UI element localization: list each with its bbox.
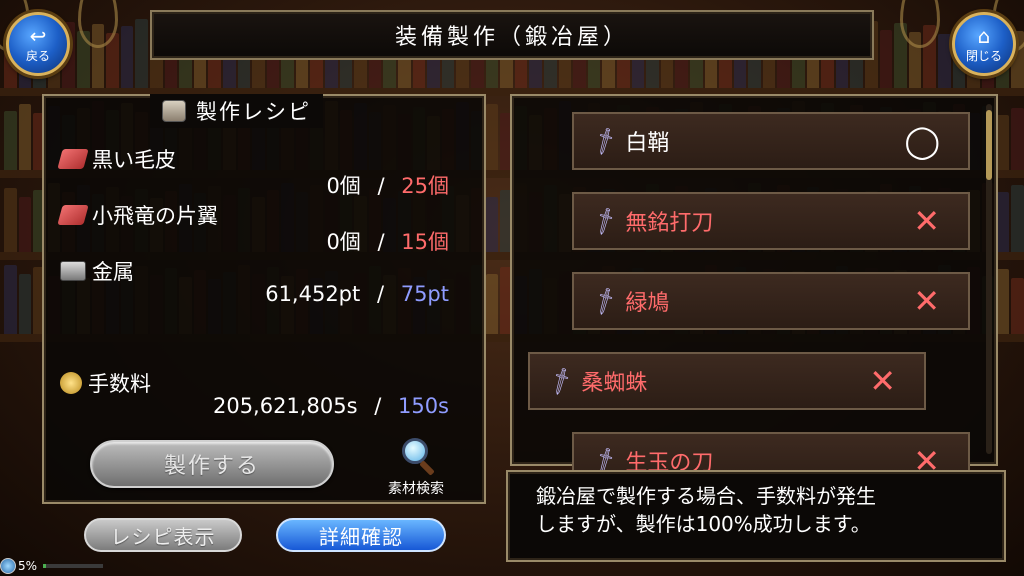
book bbox=[1010, 185, 1024, 252]
fee-name: 手数料 bbox=[88, 372, 151, 396]
fee-quantity: 205,621,805s / 150s bbox=[213, 394, 449, 418]
metal-icon bbox=[60, 261, 86, 281]
book bbox=[485, 274, 499, 334]
not-craftable-cross-icon: ✕ bbox=[869, 362, 896, 400]
book bbox=[4, 188, 17, 252]
home-icon: ⌂ bbox=[977, 23, 991, 48]
material-row-name: 黒い毛皮 bbox=[57, 144, 176, 174]
craft-button[interactable]: 製作する bbox=[90, 440, 334, 488]
title-bar: 装備製作（鍛冶屋） bbox=[150, 10, 874, 60]
book bbox=[996, 115, 1009, 170]
sword-icon: 🗡 bbox=[587, 204, 622, 238]
book bbox=[938, 34, 951, 88]
recipe-display-label: レシピ表示 bbox=[110, 524, 216, 549]
not-craftable-cross-icon: ✕ bbox=[913, 282, 940, 320]
equipment-name: 無銘打刀 bbox=[625, 211, 714, 236]
close-button[interactable]: ⌂ 閉じる bbox=[952, 12, 1016, 76]
detail-confirm-label: 詳細確認 bbox=[319, 524, 403, 549]
material-search-label: 素材検索 bbox=[388, 481, 444, 497]
sword-icon: 🗡 bbox=[587, 124, 622, 158]
material-owned: 0個 bbox=[326, 230, 361, 254]
fee-row-name: 手数料 bbox=[60, 368, 151, 398]
material-owned: 61,452pt bbox=[265, 282, 361, 306]
book bbox=[1010, 108, 1024, 170]
globe-icon bbox=[0, 558, 16, 574]
return-arrow-icon: ↩ bbox=[29, 23, 47, 48]
book bbox=[1010, 278, 1024, 334]
list-scrollbar-thumb[interactable] bbox=[986, 110, 992, 180]
equipment-name: 桑蜘蛛 bbox=[581, 371, 648, 396]
material-name: 小飛竜の片翼 bbox=[92, 204, 218, 228]
quantity-separator: / bbox=[377, 174, 385, 198]
equipment-list-item[interactable]: 🗡 緑鳩 ✕ bbox=[572, 272, 970, 330]
craftable-circle-icon: ◯ bbox=[904, 122, 940, 160]
info-message-line: しますが、製作は100%成功します。 bbox=[536, 512, 871, 536]
coin-icon bbox=[60, 372, 82, 394]
book bbox=[18, 274, 32, 334]
book bbox=[18, 197, 32, 252]
equipment-name: 緑鳩 bbox=[625, 291, 670, 316]
status-progress-bar bbox=[43, 564, 104, 568]
material-quantity: 0個 / 25個 bbox=[326, 170, 449, 200]
back-button-label: 戻る bbox=[25, 48, 50, 63]
equipment-name: 白鞘 bbox=[625, 131, 670, 156]
fee-required: 150s bbox=[397, 394, 449, 418]
recipe-display-button[interactable]: レシピ表示 bbox=[84, 518, 242, 552]
magnifier-icon bbox=[394, 436, 438, 476]
fur-icon bbox=[57, 205, 89, 225]
not-craftable-cross-icon: ✕ bbox=[913, 202, 940, 240]
material-row-name: 金属 bbox=[60, 256, 134, 286]
quantity-separator: / bbox=[377, 230, 385, 254]
detail-confirm-button[interactable]: 詳細確認 bbox=[276, 518, 446, 552]
equipment-list-item[interactable]: 🗡 白鞘 ◯ bbox=[572, 112, 970, 170]
recipe-title: 製作レシピ bbox=[196, 100, 311, 124]
page-title: 装備製作（鍛冶屋） bbox=[394, 25, 629, 50]
book bbox=[4, 111, 17, 170]
material-row-name: 小飛竜の片翼 bbox=[57, 200, 218, 230]
material-name: 黒い毛皮 bbox=[92, 148, 176, 172]
book bbox=[996, 269, 1009, 334]
book bbox=[4, 265, 17, 334]
recipe-chest-icon bbox=[162, 100, 186, 122]
craft-button-label: 製作する bbox=[163, 454, 260, 479]
material-required: 15個 bbox=[401, 230, 449, 254]
fee-owned: 205,621,805s bbox=[212, 394, 358, 418]
quantity-separator: / bbox=[376, 282, 385, 306]
status-percent: 5% bbox=[18, 559, 38, 573]
material-owned: 0個 bbox=[326, 174, 361, 198]
material-quantity: 0個 / 15個 bbox=[326, 226, 449, 256]
sword-icon: 🗡 bbox=[543, 364, 578, 398]
sword-icon: 🗡 bbox=[587, 284, 622, 318]
equipment-list-item-selected[interactable]: 🗡 桑蜘蛛 ✕ bbox=[528, 352, 926, 410]
material-name: 金属 bbox=[92, 260, 134, 284]
book bbox=[485, 197, 499, 252]
book bbox=[485, 104, 499, 170]
fur-icon bbox=[57, 149, 89, 169]
close-button-label: 閉じる bbox=[965, 48, 1002, 63]
status-progress-fill bbox=[43, 564, 47, 568]
recipe-panel-header: 製作レシピ bbox=[150, 94, 323, 128]
material-quantity: 61,452pt / 75pt bbox=[265, 282, 449, 306]
back-button[interactable]: ↩ 戻る bbox=[6, 12, 70, 76]
status-indicator: 5% bbox=[0, 556, 104, 576]
info-message-line: 鍛冶屋で製作する場合、手数料が発生 bbox=[536, 484, 876, 508]
info-message-box: 鍛冶屋で製作する場合、手数料が発生 しますが、製作は100%成功します。 bbox=[506, 470, 1006, 562]
book bbox=[879, 30, 893, 88]
material-search-button[interactable]: 素材検索 bbox=[366, 436, 466, 498]
quantity-separator: / bbox=[374, 394, 382, 418]
equipment-list-item[interactable]: 🗡 無銘打刀 ✕ bbox=[572, 192, 970, 250]
material-required: 25個 bbox=[401, 174, 449, 198]
book bbox=[120, 26, 134, 88]
book bbox=[135, 19, 148, 88]
material-required: 75pt bbox=[400, 282, 449, 306]
book bbox=[996, 192, 1009, 252]
book bbox=[18, 104, 32, 170]
